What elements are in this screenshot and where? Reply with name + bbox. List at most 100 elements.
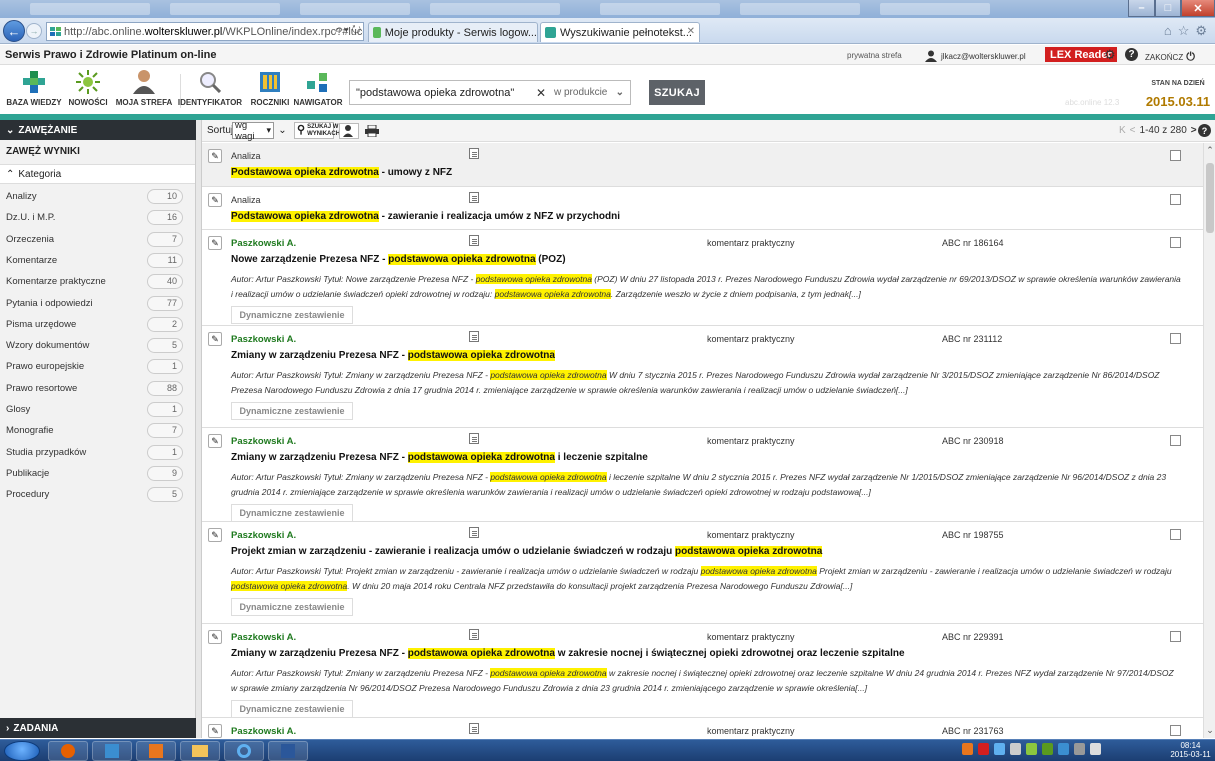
result-checkbox[interactable]: [1170, 237, 1181, 248]
forward-button[interactable]: →: [26, 23, 42, 39]
address-controls[interactable]: ⌕ ▾ ↻: [335, 24, 361, 37]
result-checkbox[interactable]: [1170, 529, 1181, 540]
taskbar-word-icon[interactable]: [268, 741, 308, 761]
category-item[interactable]: Orzeczenia 7: [0, 229, 195, 250]
result-row[interactable]: ✎ Paszkowski A. komentarz praktyczny ABC nr…: [202, 718, 1203, 738]
sort-direction-icon[interactable]: ⌄: [275, 122, 290, 139]
dynamic-summary-button[interactable]: Dynamiczne zestawienie: [231, 306, 353, 324]
category-item[interactable]: Dz.U. i M.P. 16: [0, 207, 195, 228]
result-author[interactable]: Paszkowski A.: [231, 530, 296, 541]
tray-icon[interactable]: [1042, 743, 1053, 755]
tray-icon[interactable]: [1026, 743, 1037, 755]
volume-icon[interactable]: [1090, 743, 1101, 755]
tray-icon[interactable]: [962, 743, 973, 755]
search-in-results-button[interactable]: ⚲ SZUKAJ W WYNIKACH: [294, 122, 340, 139]
toolbar-news[interactable]: NOWOŚCI: [58, 69, 118, 107]
taskbar-folder-icon[interactable]: [180, 741, 220, 761]
taskbar-ie-icon[interactable]: [224, 741, 264, 761]
document-icon[interactable]: [469, 331, 479, 342]
document-icon[interactable]: [469, 723, 479, 734]
prev-page-icon[interactable]: <: [1130, 125, 1136, 136]
category-item[interactable]: Studia przypadków 1: [0, 442, 195, 463]
first-page-icon[interactable]: K: [1119, 125, 1126, 136]
document-icon[interactable]: [469, 235, 479, 246]
document-icon[interactable]: [469, 433, 479, 444]
result-author[interactable]: Paszkowski A.: [231, 334, 296, 345]
search-input[interactable]: "podstawowa opieka zdrowotna": [350, 87, 534, 99]
result-author[interactable]: Paszkowski A.: [231, 436, 296, 447]
result-row[interactable]: ✎ Paszkowski A. komentarz praktyczny ABC nr…: [202, 428, 1203, 522]
result-row[interactable]: ✎ Paszkowski A. komentarz praktyczny ABC nr…: [202, 624, 1203, 718]
sort-select[interactable]: wg wagi ▾: [232, 120, 274, 142]
minimize-button[interactable]: –: [1128, 0, 1155, 17]
result-checkbox[interactable]: [1170, 194, 1181, 205]
category-item[interactable]: Pytania i odpowiedzi 77: [0, 293, 195, 314]
result-author[interactable]: Paszkowski A.: [231, 238, 296, 249]
scroll-thumb[interactable]: [1206, 163, 1214, 233]
taskbar-office-icon[interactable]: [136, 741, 176, 761]
category-item[interactable]: Prawo resortowe 88: [0, 378, 195, 399]
print-icon[interactable]: [362, 123, 382, 139]
category-toggle[interactable]: ⌃ Kategoria: [0, 164, 195, 184]
toolbar-knowledge-base[interactable]: BAZA WIEDZY: [4, 69, 64, 107]
next-page-icon[interactable]: >: [1191, 125, 1197, 136]
category-item[interactable]: Komentarze praktyczne 40: [0, 271, 195, 292]
annotate-icon[interactable]: ✎: [208, 193, 222, 207]
tray-icon[interactable]: [1074, 743, 1085, 755]
tray-icon[interactable]: [1058, 743, 1069, 755]
tray-icon[interactable]: [978, 743, 989, 755]
star-icon[interactable]: ☆: [1178, 23, 1190, 39]
browser-tab-search[interactable]: Wyszukiwanie pełnotekst... ✕: [540, 22, 700, 42]
search-button[interactable]: SZUKAJ: [649, 80, 705, 105]
narrowing-header[interactable]: ⌄ ZAWĘŻANIE: [0, 120, 196, 140]
result-checkbox[interactable]: [1170, 725, 1181, 736]
category-item[interactable]: Publikacje 9: [0, 463, 195, 484]
document-icon[interactable]: [469, 192, 479, 203]
result-row[interactable]: ✎ Analiza Podstawowa opieka zdrowotna - um…: [202, 143, 1203, 187]
maximize-button[interactable]: □: [1155, 0, 1181, 17]
search-scope-select[interactable]: w produkcie ⌄: [548, 87, 630, 98]
category-item[interactable]: Monografie 7: [0, 420, 195, 441]
annotate-icon[interactable]: ✎: [208, 630, 222, 644]
user-filter-icon[interactable]: [339, 123, 359, 139]
dynamic-summary-button[interactable]: Dynamiczne zestawienie: [231, 598, 353, 616]
taskbar-firefox-icon[interactable]: [48, 741, 88, 761]
category-item[interactable]: Analizy 10: [0, 186, 195, 207]
results-scrollbar[interactable]: ⌃ ⌄: [1203, 143, 1215, 738]
result-title[interactable]: Projekt zmian w zarządzeniu - zawieranie…: [231, 546, 823, 557]
toolbar-navigator[interactable]: NAWIGATOR: [288, 69, 348, 107]
gear-icon[interactable]: ⚙: [1195, 23, 1207, 39]
annotate-icon[interactable]: ✎: [208, 332, 222, 346]
result-row[interactable]: ✎ Paszkowski A. komentarz praktyczny ABC nr…: [202, 522, 1203, 624]
result-title[interactable]: Nowe zarządzenie Prezesa NFZ - podstawow…: [231, 254, 566, 265]
toolbar-identifier[interactable]: IDENTYFIKATOR: [178, 69, 242, 107]
tasks-footer[interactable]: › ZADANIA: [0, 718, 196, 738]
logout-button[interactable]: ZAKOŃCZ ⏻: [1145, 51, 1195, 64]
annotate-icon[interactable]: ✎: [208, 434, 222, 448]
toolbar-my-zone[interactable]: MOJA STREFA: [114, 69, 174, 107]
tray-icon[interactable]: [1010, 743, 1021, 755]
result-title[interactable]: Zmiany w zarządzeniu Prezesa NFZ - podst…: [231, 452, 648, 463]
result-title[interactable]: Zmiany w zarządzeniu Prezesa NFZ - podst…: [231, 648, 905, 659]
dynamic-summary-button[interactable]: Dynamiczne zestawienie: [231, 700, 353, 718]
scroll-up-icon[interactable]: ⌃: [1204, 145, 1215, 156]
scroll-down-icon[interactable]: ⌄: [1204, 725, 1215, 736]
annotate-icon[interactable]: ✎: [208, 149, 222, 163]
close-tab-icon[interactable]: ✕: [687, 26, 695, 37]
category-item[interactable]: Procedury 5: [0, 484, 195, 505]
result-title[interactable]: Podstawowa opieka zdrowotna - zawieranie…: [231, 211, 620, 222]
document-icon[interactable]: [469, 527, 479, 538]
taskbar-clock[interactable]: 08:14 2015-03-11: [1168, 741, 1213, 759]
category-item[interactable]: Wzory dokumentów 5: [0, 335, 195, 356]
user-account[interactable]: jlkacz@wolterskluwer.pl: [925, 50, 1026, 62]
clear-search-icon[interactable]: ✕: [534, 86, 548, 100]
document-icon[interactable]: [469, 629, 479, 640]
result-title[interactable]: Podstawowa opieka zdrowotna - umowy z NF…: [231, 167, 452, 178]
dynamic-summary-button[interactable]: Dynamiczne zestawienie: [231, 504, 353, 522]
annotate-icon[interactable]: ✎: [208, 236, 222, 250]
result-row[interactable]: ✎ Paszkowski A. komentarz praktyczny ABC nr…: [202, 326, 1203, 428]
address-bar[interactable]: http://abc.online.wolterskluwer.pl/WKPLO…: [46, 22, 364, 41]
result-title[interactable]: Zmiany w zarządzeniu Prezesa NFZ - podst…: [231, 350, 555, 361]
private-zone-link[interactable]: prywatna strefa: [847, 51, 902, 60]
taskbar-lync-icon[interactable]: [92, 741, 132, 761]
